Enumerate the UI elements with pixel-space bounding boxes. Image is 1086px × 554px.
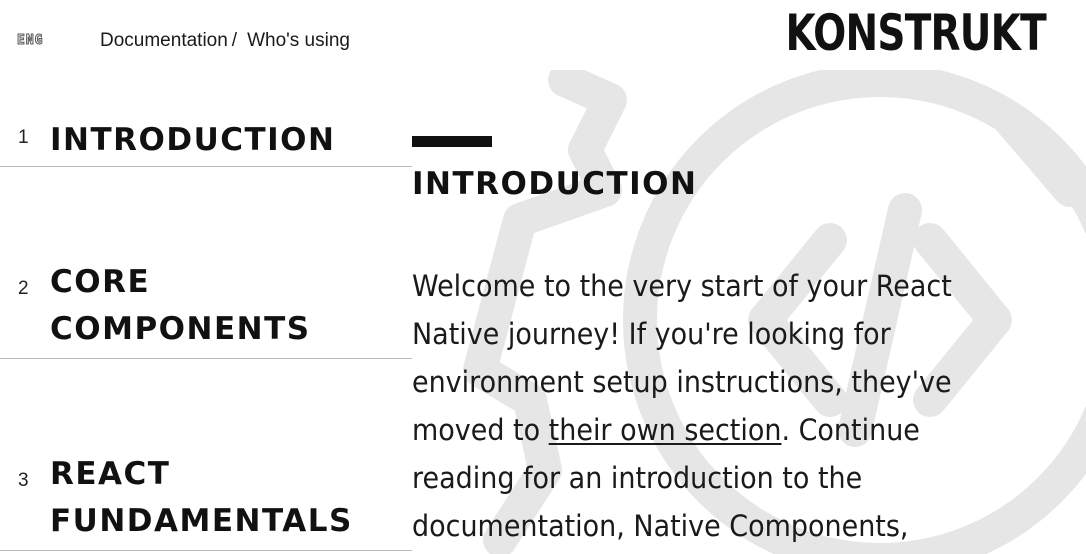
language-switch[interactable]: ENG (16, 33, 43, 49)
toc-item-title: REACT FUNDAMENTALS (50, 456, 353, 539)
toc-item-react-fundamentals[interactable]: 3 REACT FUNDAMENTALS (0, 359, 412, 551)
breadcrumb-separator: / (231, 30, 238, 51)
breadcrumb: Documentation / Who's using (100, 30, 350, 52)
toc-item-number: 2 (18, 278, 29, 299)
toc-item-title: CORE COMPONENTS (50, 264, 311, 347)
breadcrumb-whos-using-link[interactable]: Who's using (247, 30, 350, 51)
top-header: ENG Documentation / Who's using KONSTRUKT (0, 0, 1086, 80)
toc-item-core-components[interactable]: 2 CORE COMPONENTS (0, 167, 412, 359)
breadcrumb-documentation-link[interactable]: Documentation (100, 30, 228, 51)
own-section-link[interactable]: their own section (549, 413, 782, 447)
toc-item-number: 1 (18, 127, 29, 148)
title-accent-bar (412, 136, 492, 147)
toc-item-number: 3 (18, 470, 29, 491)
toc-item-introduction[interactable]: 1 INTRODUCTION (0, 80, 412, 167)
section-title: INTRODUCTION (412, 166, 698, 202)
intro-paragraph: Welcome to the very start of your React … (412, 262, 998, 550)
konstrukt-logo[interactable]: KONSTRUKT (786, 8, 1047, 58)
toc-item-title: INTRODUCTION (50, 122, 336, 158)
table-of-contents: 1 INTRODUCTION 2 CORE COMPONENTS 3 REACT… (0, 80, 412, 551)
